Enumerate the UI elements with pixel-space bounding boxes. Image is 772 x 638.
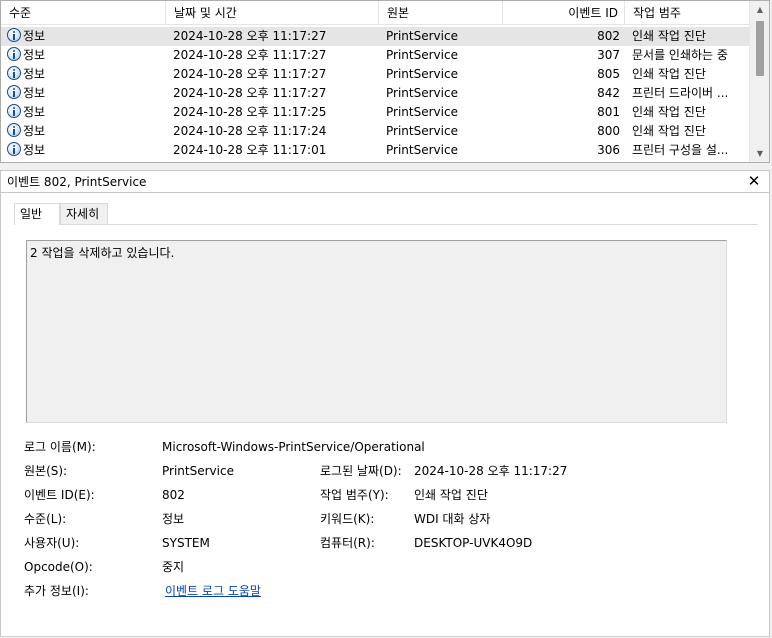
event-log-help-link[interactable]: 이벤트 로그 도움말: [165, 583, 261, 599]
scroll-thumb[interactable]: [756, 21, 764, 76]
row-source: PrintService: [386, 86, 458, 100]
row-level-text: 정보: [23, 143, 46, 157]
column-header-level[interactable]: 수준: [1, 1, 166, 25]
tab-details[interactable]: 자세히: [60, 203, 108, 224]
row-level: 정보: [7, 122, 162, 141]
info-icon: [7, 123, 21, 137]
row-date: 2024-10-28 오후 11:17:24: [173, 124, 327, 138]
row-event-id: 805: [597, 67, 620, 81]
tab-general[interactable]: 일반: [14, 203, 60, 225]
table-row[interactable]: 정보 2024-10-28 오후 11:17:27 PrintService 805 인…: [1, 65, 749, 84]
table-row[interactable]: 정보 2024-10-28 오후 11:17:27 PrintService 842 프…: [1, 84, 749, 103]
detail-title: 이벤트 802, PrintService: [7, 175, 147, 189]
computer-value: DESKTOP-UVK4O9D: [414, 536, 533, 550]
detail-body: 일반 자세히 2 작업을 삭제하고 있습니다. 로그 이름(M): Micros…: [0, 192, 770, 637]
row-source: PrintService: [386, 143, 458, 157]
close-icon[interactable]: ✕: [747, 174, 761, 189]
list-header: 수준 날짜 및 시간 원본 이벤트 ID 작업 범주: [1, 1, 749, 25]
tab-divider: [14, 224, 758, 225]
row-source: PrintService: [386, 67, 458, 81]
scroll-up-arrow-icon[interactable]: ▲: [750, 1, 769, 18]
row-level-text: 정보: [23, 86, 46, 100]
row-level: 정보: [7, 65, 162, 84]
event-id-label: 이벤트 ID(E):: [24, 488, 95, 502]
task-category-value: 인쇄 작업 진단: [414, 488, 488, 502]
row-category: 인쇄 작업 진단: [632, 105, 706, 119]
table-row[interactable]: 정보 2024-10-28 오후 11:17:27 PrintService 802 인…: [1, 27, 749, 46]
info-icon: [7, 47, 21, 61]
column-header-event-id[interactable]: 이벤트 ID: [503, 1, 625, 25]
event-rows: 정보 2024-10-28 오후 11:17:27 PrintService 802 인…: [1, 27, 749, 160]
row-level-text: 정보: [23, 48, 46, 62]
info-icon: [7, 28, 21, 42]
column-header-source[interactable]: 원본: [379, 1, 503, 25]
row-category: 인쇄 작업 진단: [632, 29, 706, 43]
user-value: SYSTEM: [162, 536, 210, 550]
more-info-label: 추가 정보(I):: [24, 584, 89, 598]
row-source: PrintService: [386, 29, 458, 43]
scroll-down-arrow-icon[interactable]: ▼: [750, 145, 769, 162]
row-event-id: 802: [597, 29, 620, 43]
opcode-label: Opcode(O):: [24, 560, 93, 574]
row-date: 2024-10-28 오후 11:17:27: [173, 86, 327, 100]
source-value: PrintService: [162, 464, 234, 478]
column-header-date[interactable]: 날짜 및 시간: [166, 1, 379, 25]
row-source: PrintService: [386, 124, 458, 138]
event-list: 수준 날짜 및 시간 원본 이벤트 ID 작업 범주 정보 2024-10-28 …: [0, 0, 770, 163]
column-header-category[interactable]: 작업 범주: [625, 1, 749, 25]
row-source: PrintService: [386, 48, 458, 62]
row-event-id: 306: [597, 143, 620, 157]
computer-label: 컴퓨터(R):: [320, 536, 375, 550]
user-label: 사용자(U):: [24, 536, 80, 550]
row-event-id: 307: [597, 48, 620, 62]
row-category: 프린터 드라이버 ...: [632, 86, 729, 100]
vertical-scrollbar[interactable]: ▲ ▼: [749, 1, 769, 162]
keywords-label: 키워드(K):: [320, 512, 375, 526]
row-level-text: 정보: [23, 67, 46, 81]
table-row[interactable]: 정보 2024-10-28 오후 11:17:01 PrintService 306 프…: [1, 141, 749, 160]
info-icon: [7, 142, 21, 156]
row-level: 정보: [7, 84, 162, 103]
event-id-value: 802: [162, 488, 185, 502]
info-icon: [7, 85, 21, 99]
opcode-value: 중지: [162, 560, 185, 574]
row-level: 정보: [7, 46, 162, 65]
table-row[interactable]: 정보 2024-10-28 오후 11:17:27 PrintService 307 문…: [1, 46, 749, 65]
keywords-value: WDI 대화 상자: [414, 512, 491, 526]
bottom-divider: [1, 636, 769, 637]
level-value: 정보: [162, 512, 185, 526]
row-date: 2024-10-28 오후 11:17:27: [173, 48, 327, 62]
event-message[interactable]: 2 작업을 삭제하고 있습니다.: [26, 240, 727, 423]
row-date: 2024-10-28 오후 11:17:27: [173, 29, 327, 43]
log-name-label: 로그 이름(M):: [24, 440, 96, 454]
row-level-text: 정보: [23, 124, 46, 138]
row-category: 프린터 구성을 설...: [632, 143, 729, 157]
detail-header: 이벤트 802, PrintService ✕: [0, 170, 770, 192]
row-date: 2024-10-28 오후 11:17:27: [173, 67, 327, 81]
row-event-id: 800: [597, 124, 620, 138]
row-level-text: 정보: [23, 105, 46, 119]
row-level: 정보: [7, 141, 162, 160]
info-icon: [7, 66, 21, 80]
level-label: 수준(L):: [24, 512, 67, 526]
source-label: 원본(S):: [24, 464, 68, 478]
row-category: 문서를 인쇄하는 중: [632, 48, 728, 62]
row-level: 정보: [7, 103, 162, 122]
row-date: 2024-10-28 오후 11:17:25: [173, 105, 327, 119]
row-event-id: 801: [597, 105, 620, 119]
row-category: 인쇄 작업 진단: [632, 124, 706, 138]
info-icon: [7, 104, 21, 118]
table-row[interactable]: 정보 2024-10-28 오후 11:17:24 PrintService 800 인…: [1, 122, 749, 141]
row-category: 인쇄 작업 진단: [632, 67, 706, 81]
row-event-id: 842: [597, 86, 620, 100]
log-name-value: Microsoft-Windows-PrintService/Operation…: [162, 440, 425, 454]
row-date: 2024-10-28 오후 11:17:01: [173, 143, 327, 157]
row-level-text: 정보: [23, 29, 46, 43]
task-category-label: 작업 범주(Y):: [320, 488, 389, 502]
row-source: PrintService: [386, 105, 458, 119]
logged-date-value: 2024-10-28 오후 11:17:27: [414, 464, 568, 478]
table-row[interactable]: 정보 2024-10-28 오후 11:17:25 PrintService 801 인…: [1, 103, 749, 122]
logged-date-label: 로그된 날짜(D):: [320, 464, 402, 478]
row-level: 정보: [7, 27, 162, 46]
